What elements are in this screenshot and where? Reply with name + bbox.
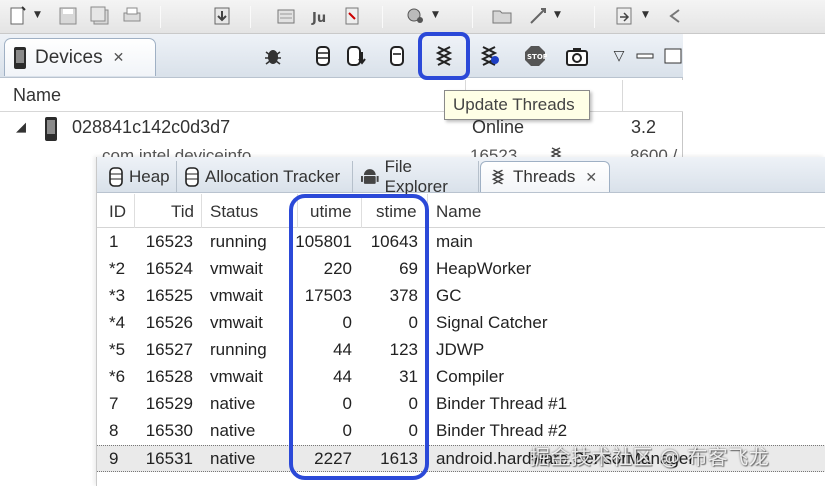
android-icon (361, 168, 379, 184)
main-toolbar: ▼ Ju ▼ ▼ ▼ (0, 0, 825, 34)
tab-threads[interactable]: Threads ✕ (480, 161, 610, 192)
column-header-name[interactable]: Name (436, 202, 481, 222)
stop-icon: STOP (525, 46, 547, 66)
thread-name: Binder Thread #1 (436, 394, 568, 413)
table-row[interactable]: 1 16523 running 105801 10643 main (97, 229, 825, 256)
device-version: 3.2 (631, 117, 657, 137)
threads-icon (435, 46, 453, 66)
update-heap-button[interactable] (308, 42, 338, 70)
navigate-icon[interactable] (612, 4, 636, 28)
debug-icon[interactable] (404, 4, 428, 28)
stop-process-button[interactable]: STOP (520, 42, 550, 70)
column-header-status[interactable]: Status (210, 202, 258, 222)
column-header-id[interactable]: ID (109, 202, 126, 222)
dump-hprof-button[interactable] (342, 42, 372, 70)
thread-name: Compiler (436, 367, 505, 386)
toolbar-separator (250, 6, 251, 28)
threads-icon (491, 169, 505, 185)
tab-label: Heap (129, 166, 170, 186)
screen-capture-button[interactable] (562, 42, 592, 70)
update-threads-button[interactable] (418, 32, 470, 80)
run-dropdown-icon[interactable]: ▼ (554, 10, 564, 22)
thread-name: Binder Thread #2 (436, 421, 568, 440)
new-icon[interactable] (6, 4, 30, 28)
table-row[interactable]: 7 16529 native 0 0 Binder Thread #1 (97, 391, 825, 418)
tab-heap[interactable]: Heap (101, 161, 177, 192)
database-icon (316, 46, 330, 66)
phone-icon (14, 46, 26, 69)
thread-name: GC (436, 286, 462, 305)
toolbar-separator (472, 6, 473, 28)
cause-gc-button[interactable] (382, 42, 412, 70)
thread-name: HeapWorker (436, 259, 532, 278)
devices-tab-bar: Devices ✕ STOP ▽ (0, 32, 683, 80)
table-row[interactable]: *2 16524 vmwait 220 69 HeapWorker (97, 256, 825, 283)
minimize-icon[interactable] (630, 42, 660, 70)
database-arrow-icon (347, 46, 366, 66)
device-status: Online (472, 117, 525, 137)
close-icon[interactable]: ✕ (113, 50, 125, 66)
column-divider (622, 80, 623, 111)
print-icon[interactable] (120, 4, 144, 28)
new-dropdown-icon[interactable]: ▼ (34, 10, 44, 22)
save-icon[interactable] (56, 4, 80, 28)
toolbar-separator (160, 6, 161, 28)
threads-panel-tab-bar: Heap Allocation Tracker File Explorer Th… (97, 157, 825, 196)
tab-file-explorer[interactable]: File Explorer (353, 157, 479, 196)
tab-allocation-tracker[interactable]: Allocation Tracker (177, 161, 353, 192)
run-icon[interactable] (526, 4, 550, 28)
thread-name: JDWP (436, 340, 485, 359)
watermark: 掘金技术社区 @ 布客飞龙 (530, 445, 770, 469)
column-header-tid[interactable]: Tid (171, 202, 194, 222)
close-icon[interactable]: ✕ (585, 169, 597, 186)
time-columns-highlight (289, 194, 429, 480)
debug-process-button[interactable] (258, 42, 288, 70)
column-divider (201, 194, 202, 228)
back-icon[interactable] (662, 4, 686, 28)
table-row[interactable]: *6 16528 vmwait 44 31 Compiler (97, 364, 825, 391)
open-folder-icon[interactable] (490, 4, 514, 28)
column-divider (134, 194, 135, 228)
phone-icon (45, 117, 57, 141)
bug-icon (265, 50, 281, 65)
lint-icon[interactable] (340, 4, 364, 28)
save-all-icon[interactable] (88, 4, 112, 28)
collapse-arrow-icon[interactable]: ◢ (16, 119, 26, 135)
navigate-dropdown-icon[interactable]: ▼ (642, 10, 652, 22)
build-icon[interactable] (274, 4, 298, 28)
tab-label: File Explorer (384, 156, 448, 196)
update-threads-tooltip: Update Threads (444, 90, 590, 120)
download-icon[interactable] (210, 4, 234, 28)
junit-icon[interactable]: Ju (308, 4, 332, 28)
thread-name: Signal Catcher (436, 313, 548, 332)
toolbar-separator (382, 6, 383, 28)
tab-label: Threads (513, 167, 576, 186)
database-gc-icon (390, 46, 404, 66)
debug-dropdown-icon[interactable]: ▼ (432, 10, 442, 22)
camera-icon (566, 48, 588, 66)
threads-table-header: ID Tid Status utime stime Name (97, 194, 825, 228)
table-row[interactable]: *5 16527 running 44 123 JDWP (97, 337, 825, 364)
column-header-name[interactable]: Name (13, 85, 61, 106)
table-row[interactable]: *3 16525 vmwait 17503 378 GC (97, 283, 825, 310)
toolbar-separator (594, 6, 595, 28)
svg-text:STOP: STOP (527, 53, 547, 61)
threads-panel: Heap Allocation Tracker File Explorer Th… (96, 157, 825, 486)
thread-name: main (436, 232, 473, 251)
threads-stop-icon (480, 46, 499, 66)
table-row[interactable]: *4 16526 vmwait 0 0 Signal Catcher (97, 310, 825, 337)
tab-label: Allocation Tracker (205, 166, 341, 186)
tab-devices[interactable]: Devices ✕ (4, 38, 156, 76)
maximize-icon[interactable] (658, 42, 688, 70)
devices-tab-label: Devices (35, 46, 103, 68)
device-serial: 028841c142c0d3d7 (72, 117, 231, 137)
svg-text:Ju: Ju (311, 11, 326, 26)
database-icon (109, 166, 123, 187)
start-method-profiling-button[interactable] (474, 42, 504, 70)
database-icon (185, 166, 199, 187)
